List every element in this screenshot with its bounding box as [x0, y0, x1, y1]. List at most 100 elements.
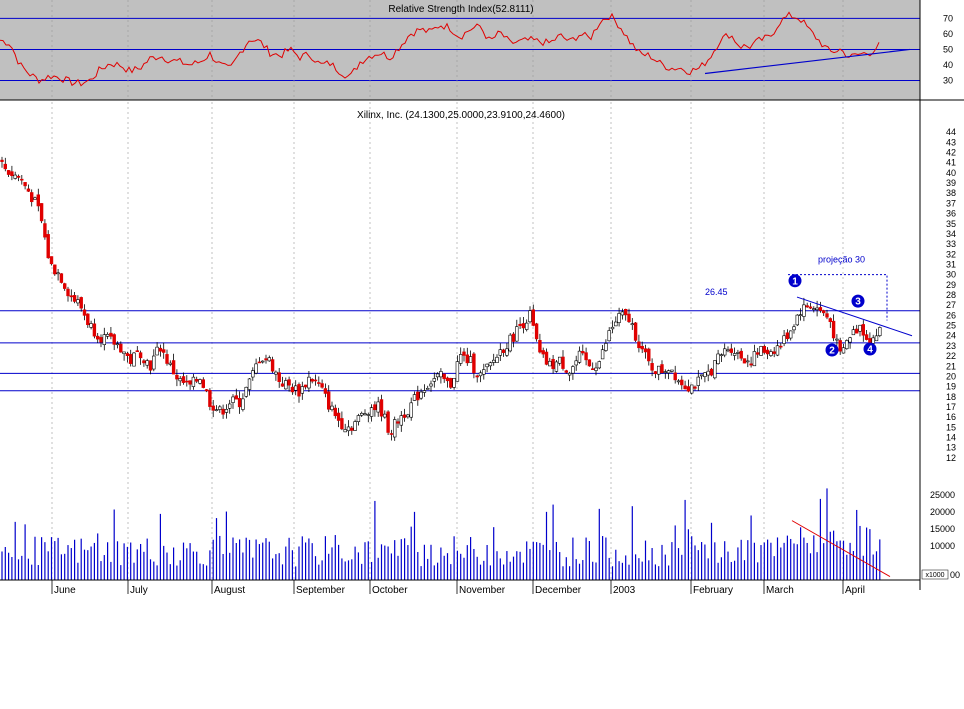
candle-body: [270, 359, 275, 372]
volume-unit-label: x1000: [925, 572, 944, 579]
candle-body: [878, 327, 882, 336]
candle-body: [680, 379, 684, 386]
price-tick-label: 31: [946, 259, 956, 269]
candle-body: [627, 313, 631, 323]
candle-body: [617, 313, 621, 323]
candle-body: [656, 365, 661, 375]
candle-body: [406, 414, 410, 418]
candle-body: [623, 309, 628, 316]
candle-body: [594, 367, 598, 371]
candle-body: [132, 352, 136, 367]
candle-body: [501, 349, 506, 353]
candle-body: [171, 360, 176, 375]
candle-body: [214, 409, 219, 411]
candle-body: [244, 386, 248, 397]
price-annotation: projeção 30: [818, 254, 865, 264]
rsi-tick-label: 50: [943, 44, 953, 54]
candle-body: [861, 324, 866, 336]
candle-body: [185, 380, 189, 383]
candle-body: [237, 398, 242, 408]
price-tick-label: 36: [946, 209, 956, 219]
candle-body: [86, 313, 90, 326]
pattern-marker-label: 4: [867, 344, 873, 355]
candle-body: [297, 384, 301, 397]
month-label: October: [372, 585, 408, 596]
candle-body: [409, 402, 413, 418]
candle-body: [366, 414, 370, 416]
candle-body: [290, 386, 295, 393]
candle-body: [142, 360, 146, 364]
price-tick-label: 44: [946, 127, 956, 137]
candle-body: [604, 343, 608, 351]
candle-body: [762, 345, 767, 353]
candle-body: [841, 347, 846, 354]
candle-body: [175, 374, 179, 380]
candle-body: [376, 401, 380, 413]
price-tick-label: 25: [946, 321, 956, 331]
candle-body: [709, 368, 714, 376]
candle-body: [49, 256, 54, 265]
candle-body: [653, 371, 658, 375]
candle-body: [264, 358, 268, 361]
month-label: June: [54, 585, 76, 596]
candle-body: [373, 404, 377, 411]
candle-body: [363, 413, 367, 416]
candle-body: [607, 330, 611, 342]
candle-body: [3, 163, 8, 170]
candle-body: [812, 308, 816, 310]
candle-body: [564, 370, 569, 373]
candle-body: [835, 338, 839, 341]
candle-body: [713, 360, 717, 379]
candle-body: [148, 360, 153, 371]
candle-body: [452, 378, 456, 388]
candle-body: [340, 418, 344, 430]
candle-body: [548, 360, 552, 367]
candle-body: [343, 429, 347, 433]
candle-body: [310, 378, 314, 382]
month-label: February: [693, 585, 733, 596]
chart-svg: Relative Strength Index(52.8111) 30 40 50 6…: [0, 0, 964, 596]
candle-body: [538, 340, 542, 353]
candle-body: [495, 356, 499, 364]
candle-body: [350, 427, 354, 431]
candle-body: [221, 408, 225, 415]
candle-body: [293, 385, 298, 391]
candle-body: [33, 197, 37, 200]
candle-body: [307, 376, 311, 389]
candle-body: [551, 358, 555, 370]
price-tick-label: 13: [946, 443, 956, 453]
month-label: November: [459, 585, 506, 596]
rsi-panel: Relative Strength Index(52.8111) 30 40 50 6…: [0, 0, 953, 100]
price-tick-label: 34: [946, 229, 956, 239]
candle-body: [805, 305, 809, 308]
candle-body: [181, 376, 186, 383]
candle-body: [666, 370, 671, 374]
candle-body: [422, 390, 427, 393]
candle-body: [231, 396, 235, 403]
candle-body: [798, 314, 803, 316]
candle-body: [62, 283, 67, 289]
candle-body: [620, 311, 625, 316]
candle-body: [396, 421, 400, 424]
candle-body: [76, 299, 80, 304]
candle-body: [795, 314, 800, 326]
candle-body: [808, 306, 813, 309]
candle-body: [633, 322, 638, 341]
candle-body: [772, 351, 776, 354]
candle-body: [162, 349, 166, 353]
candle-body: [755, 352, 760, 355]
price-tick-label: 18: [946, 392, 956, 402]
candle-body: [544, 351, 549, 365]
candle-body: [109, 332, 113, 337]
candle-body: [313, 379, 318, 382]
rsi-tick-label: 40: [943, 60, 953, 70]
candle-body: [429, 383, 433, 387]
candle-body: [152, 355, 156, 370]
candle-body: [274, 371, 278, 375]
candle-body: [788, 330, 793, 339]
candle-body: [670, 369, 674, 372]
candle-body: [439, 371, 443, 378]
candle-body: [703, 372, 707, 378]
price-tick-label: 23: [946, 341, 956, 351]
candle-body: [432, 378, 436, 382]
